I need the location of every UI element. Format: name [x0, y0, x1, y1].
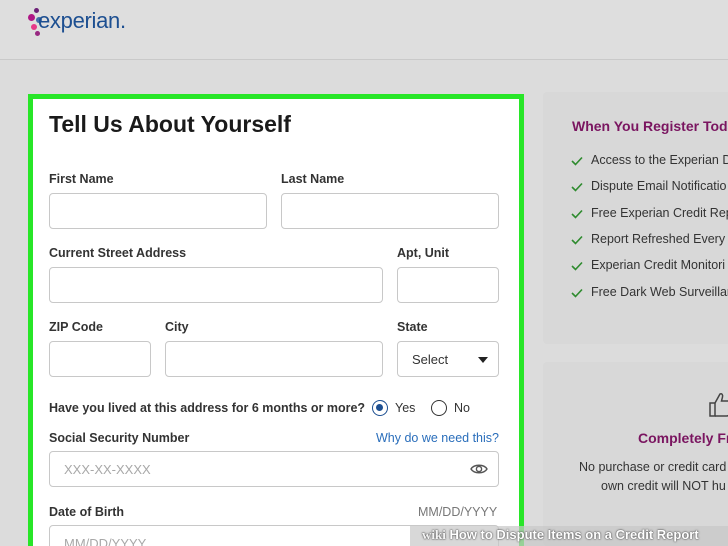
last-name-label: Last Name — [281, 172, 345, 186]
zip-input[interactable] — [49, 341, 151, 377]
eye-icon[interactable] — [470, 462, 488, 476]
ssn-why-link[interactable]: Why do we need this? — [376, 431, 499, 445]
apt-input[interactable] — [397, 267, 499, 303]
ssn-placeholder: XXX-XX-XXXX — [64, 462, 151, 477]
street-address-input[interactable] — [49, 267, 383, 303]
watermark: wiki How to Dispute Items on a Credit Re… — [422, 527, 699, 543]
benefit-text: Free Dark Web Surveillar — [591, 285, 728, 299]
form-title: Tell Us About Yourself — [49, 111, 291, 137]
benefit-item: Report Refreshed Every S — [571, 232, 728, 248]
residency-no-label[interactable]: No — [454, 401, 470, 415]
check-icon — [571, 235, 583, 245]
zip-label: ZIP Code — [49, 320, 103, 334]
benefit-text: Dispute Email Notificatio — [591, 179, 727, 193]
residency-question: Have you lived at this address for 6 mon… — [49, 401, 366, 415]
check-icon — [571, 288, 583, 298]
street-label: Current Street Address — [49, 246, 187, 260]
benefit-item: Free Experian Credit Rep — [571, 206, 728, 222]
check-icon — [571, 209, 583, 219]
benefit-item: Experian Credit Monitori — [571, 258, 725, 274]
free-card-text-line2: own credit will NOT hu — [601, 479, 726, 493]
check-icon — [571, 182, 583, 192]
dob-placeholder: MM/DD/YYYY — [64, 536, 147, 546]
check-icon — [571, 156, 583, 166]
last-name-input[interactable] — [281, 193, 499, 229]
residency-yes-radio[interactable] — [372, 400, 388, 416]
benefits-title: When You Register Toda — [572, 118, 728, 134]
state-select[interactable]: Select — [397, 341, 499, 377]
benefit-text: Access to the Experian D — [591, 153, 728, 167]
free-card-title: Completely Fr — [638, 430, 728, 446]
thumbs-up-icon — [709, 393, 728, 417]
benefit-item: Free Dark Web Surveillar — [571, 285, 728, 301]
check-icon — [571, 261, 583, 271]
residency-yes-label[interactable]: Yes — [395, 401, 415, 415]
state-label: State — [397, 320, 428, 334]
watermark-brand: wiki — [422, 527, 446, 542]
benefit-text: Report Refreshed Every S — [591, 232, 728, 246]
free-card-text-line1: No purchase or credit card — [579, 460, 727, 474]
dob-format-hint: MM/DD/YYYY — [418, 505, 498, 519]
dob-label: Date of Birth — [49, 505, 124, 519]
apt-label: Apt, Unit — [397, 246, 450, 260]
ssn-label: Social Security Number — [49, 431, 190, 445]
benefit-text: Experian Credit Monitori — [591, 258, 726, 272]
benefit-item: Dispute Email Notificatio — [571, 179, 726, 195]
watermark-text: How to Dispute Items on a Credit Report — [449, 527, 699, 542]
city-label: City — [165, 320, 189, 334]
free-card: Completely Fr No purchase or credit card… — [543, 362, 728, 546]
registration-form: Tell Us About Yourself First Name Last N… — [28, 94, 524, 546]
chevron-down-icon — [478, 357, 488, 363]
city-input[interactable] — [165, 341, 383, 377]
site-header: experian. — [0, 0, 728, 60]
ssn-input[interactable]: XXX-XX-XXXX — [49, 451, 499, 487]
first-name-input[interactable] — [49, 193, 267, 229]
residency-no-radio[interactable] — [431, 400, 447, 416]
first-name-label: First Name — [49, 172, 114, 186]
state-select-value: Select — [412, 352, 449, 367]
benefit-item: Access to the Experian D — [571, 153, 728, 169]
benefits-card: When You Register Toda Access to the Exp… — [543, 92, 728, 344]
benefit-text: Free Experian Credit Rep — [591, 206, 728, 220]
experian-logo[interactable]: experian. — [38, 8, 126, 34]
